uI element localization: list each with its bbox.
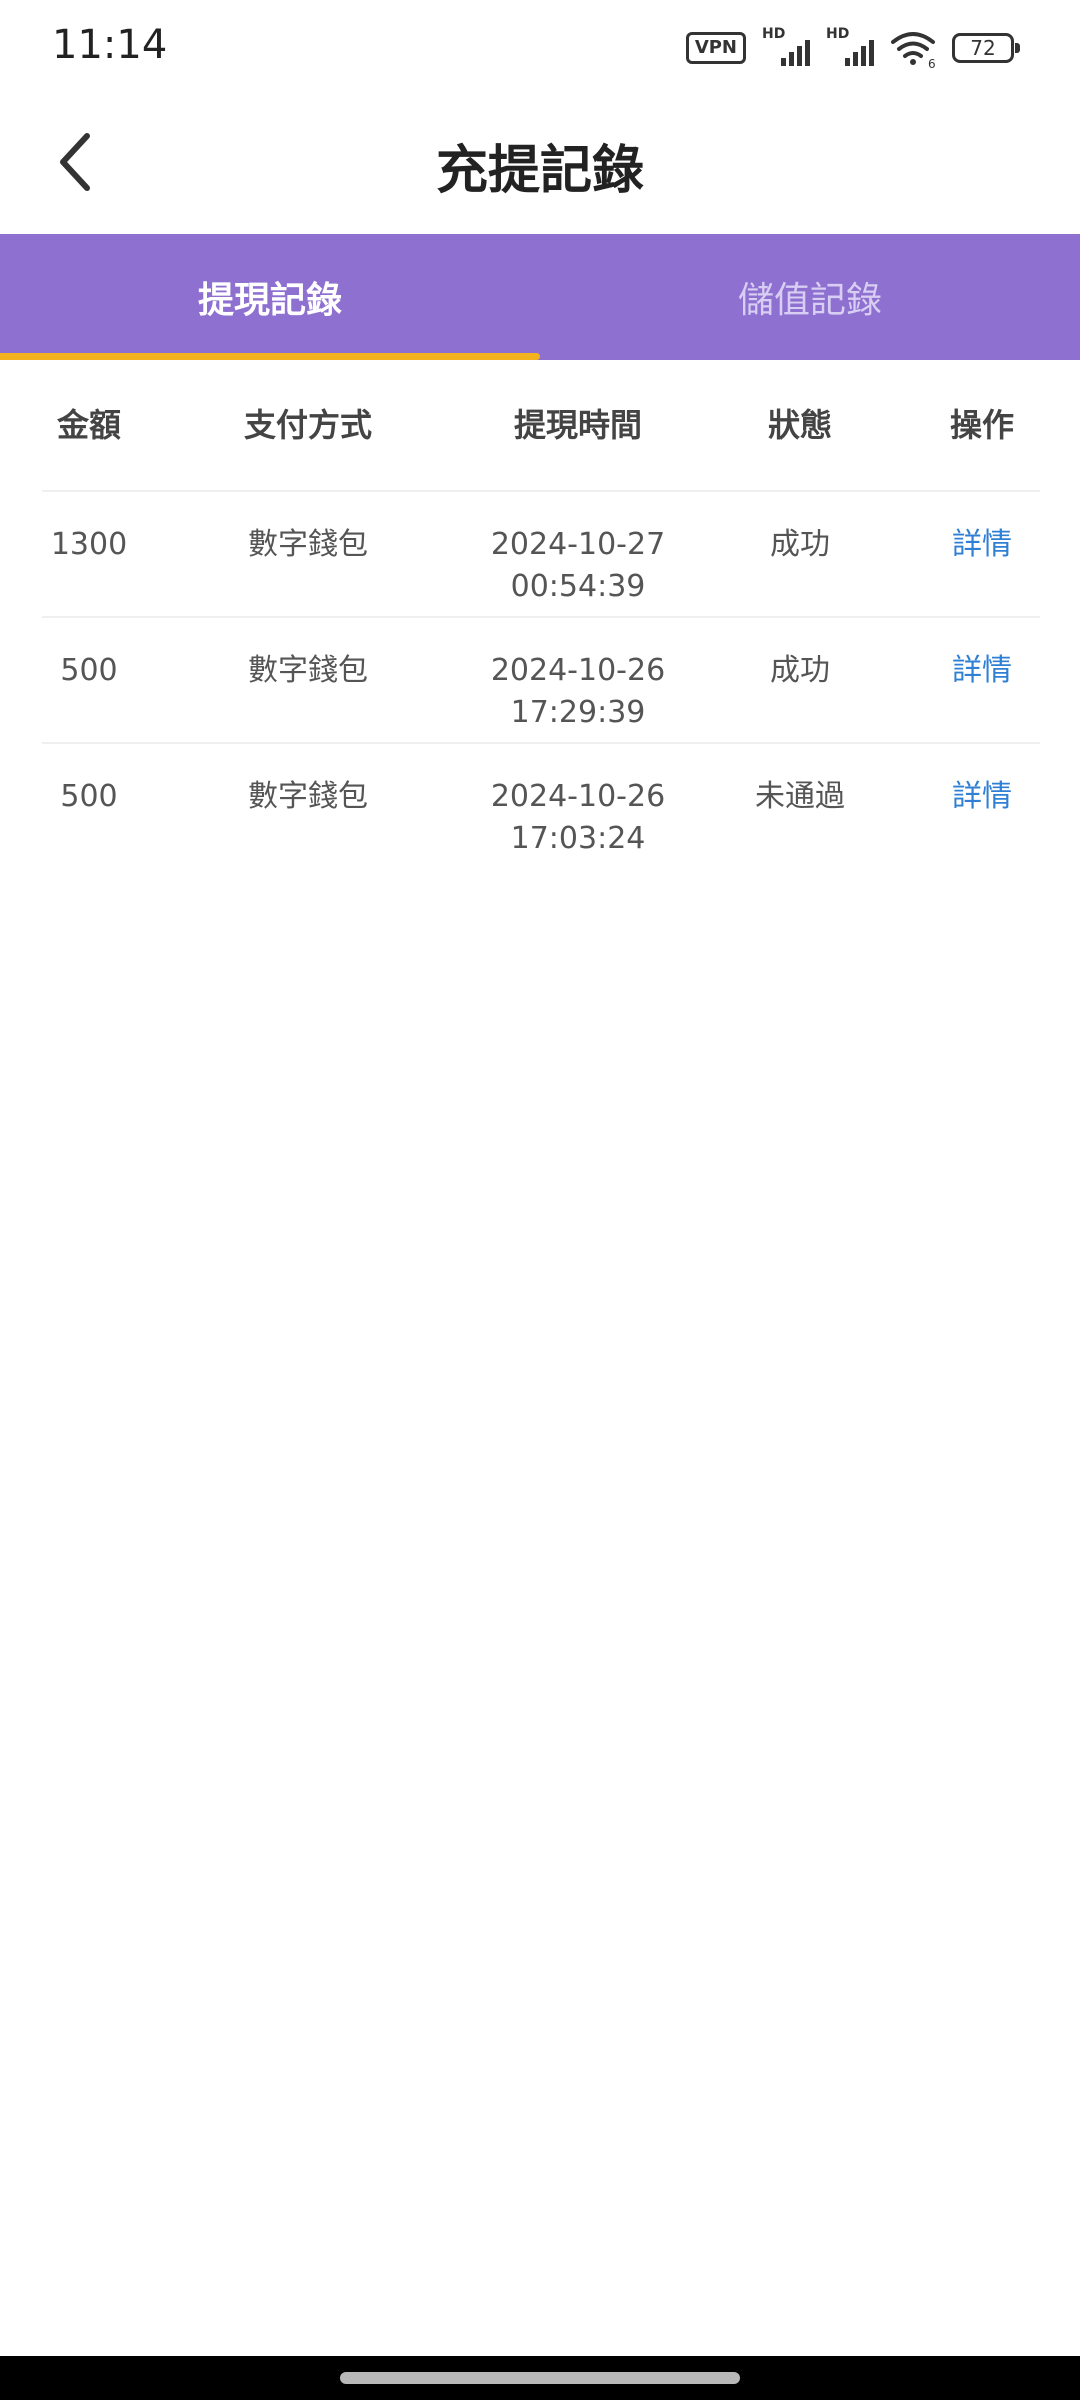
cell-clock: 17:03:24	[510, 821, 646, 856]
cell-date: 2024-10-27	[490, 527, 666, 562]
cell-time: 2024-10-26 17:03:24	[480, 776, 676, 860]
table-row: 500 數字錢包 2024-10-26 17:29:39 成功 詳情	[42, 618, 1040, 744]
cell-amount: 1300	[50, 527, 128, 562]
status-bar: 11:14 VPN HD HD 6 72	[0, 0, 1080, 92]
cell-amount: 500	[60, 653, 118, 688]
page-title: 充提記錄	[435, 141, 644, 201]
status-time: 11:14	[52, 22, 168, 68]
cell-method: 數字錢包	[248, 653, 368, 688]
table-header: 金額 支付方式 提現時間 狀態 操作	[42, 360, 1040, 492]
vpn-icon: VPN	[685, 32, 746, 64]
cell-date: 2024-10-26	[490, 653, 666, 688]
column-header-method: 支付方式	[243, 406, 372, 444]
cell-clock: 17:29:39	[510, 695, 646, 730]
app-header: 充提記錄	[0, 92, 1080, 234]
home-indicator[interactable]	[340, 2372, 740, 2384]
tab-deposit-records[interactable]: 儲值記錄	[540, 234, 1080, 360]
tab-label: 儲值記錄	[737, 280, 882, 321]
cell-method: 數字錢包	[248, 779, 368, 814]
cell-time: 2024-10-27 00:54:39	[480, 524, 676, 608]
column-header-action: 操作	[949, 406, 1014, 444]
table-row: 1300 數字錢包 2024-10-27 00:54:39 成功 詳情	[42, 492, 1040, 618]
cell-time: 2024-10-26 17:29:39	[480, 650, 676, 734]
status-icons: VPN HD HD 6 72	[685, 26, 1020, 68]
battery-icon: 72	[952, 33, 1020, 63]
cell-date: 2024-10-26	[490, 779, 666, 814]
records-table: 金額 支付方式 提現時間 狀態 操作 1300 數字錢包 2024-10-27 …	[42, 360, 1040, 870]
tab-active-indicator	[0, 353, 540, 360]
column-header-amount: 金額	[56, 406, 121, 444]
cell-status: 成功	[770, 653, 830, 688]
details-link[interactable]: 詳情	[924, 776, 1040, 818]
table-row: 500 數字錢包 2024-10-26 17:03:24 未通過 詳情	[42, 744, 1040, 870]
tab-withdrawal-records[interactable]: 提現記錄	[0, 234, 540, 360]
cell-clock: 00:54:39	[510, 569, 646, 604]
cell-method: 數字錢包	[248, 527, 368, 562]
cell-status: 成功	[770, 527, 830, 562]
details-link[interactable]: 詳情	[924, 524, 1040, 566]
cell-status: 未通過	[755, 779, 845, 814]
wifi-icon: 6	[891, 32, 936, 68]
wifi-label: 6	[928, 57, 936, 68]
tab-label: 提現記錄	[197, 280, 342, 321]
signal-icon-sim1: HD	[762, 26, 810, 68]
signal-icon-sim2: HD	[826, 26, 874, 68]
column-header-status: 狀態	[767, 406, 832, 444]
details-link[interactable]: 詳情	[924, 650, 1040, 692]
tab-bar: 提現記錄 儲值記錄	[0, 234, 1080, 360]
cell-amount: 500	[60, 779, 118, 814]
column-header-time: 提現時間	[513, 406, 642, 444]
system-nav-bar	[0, 2356, 1080, 2400]
